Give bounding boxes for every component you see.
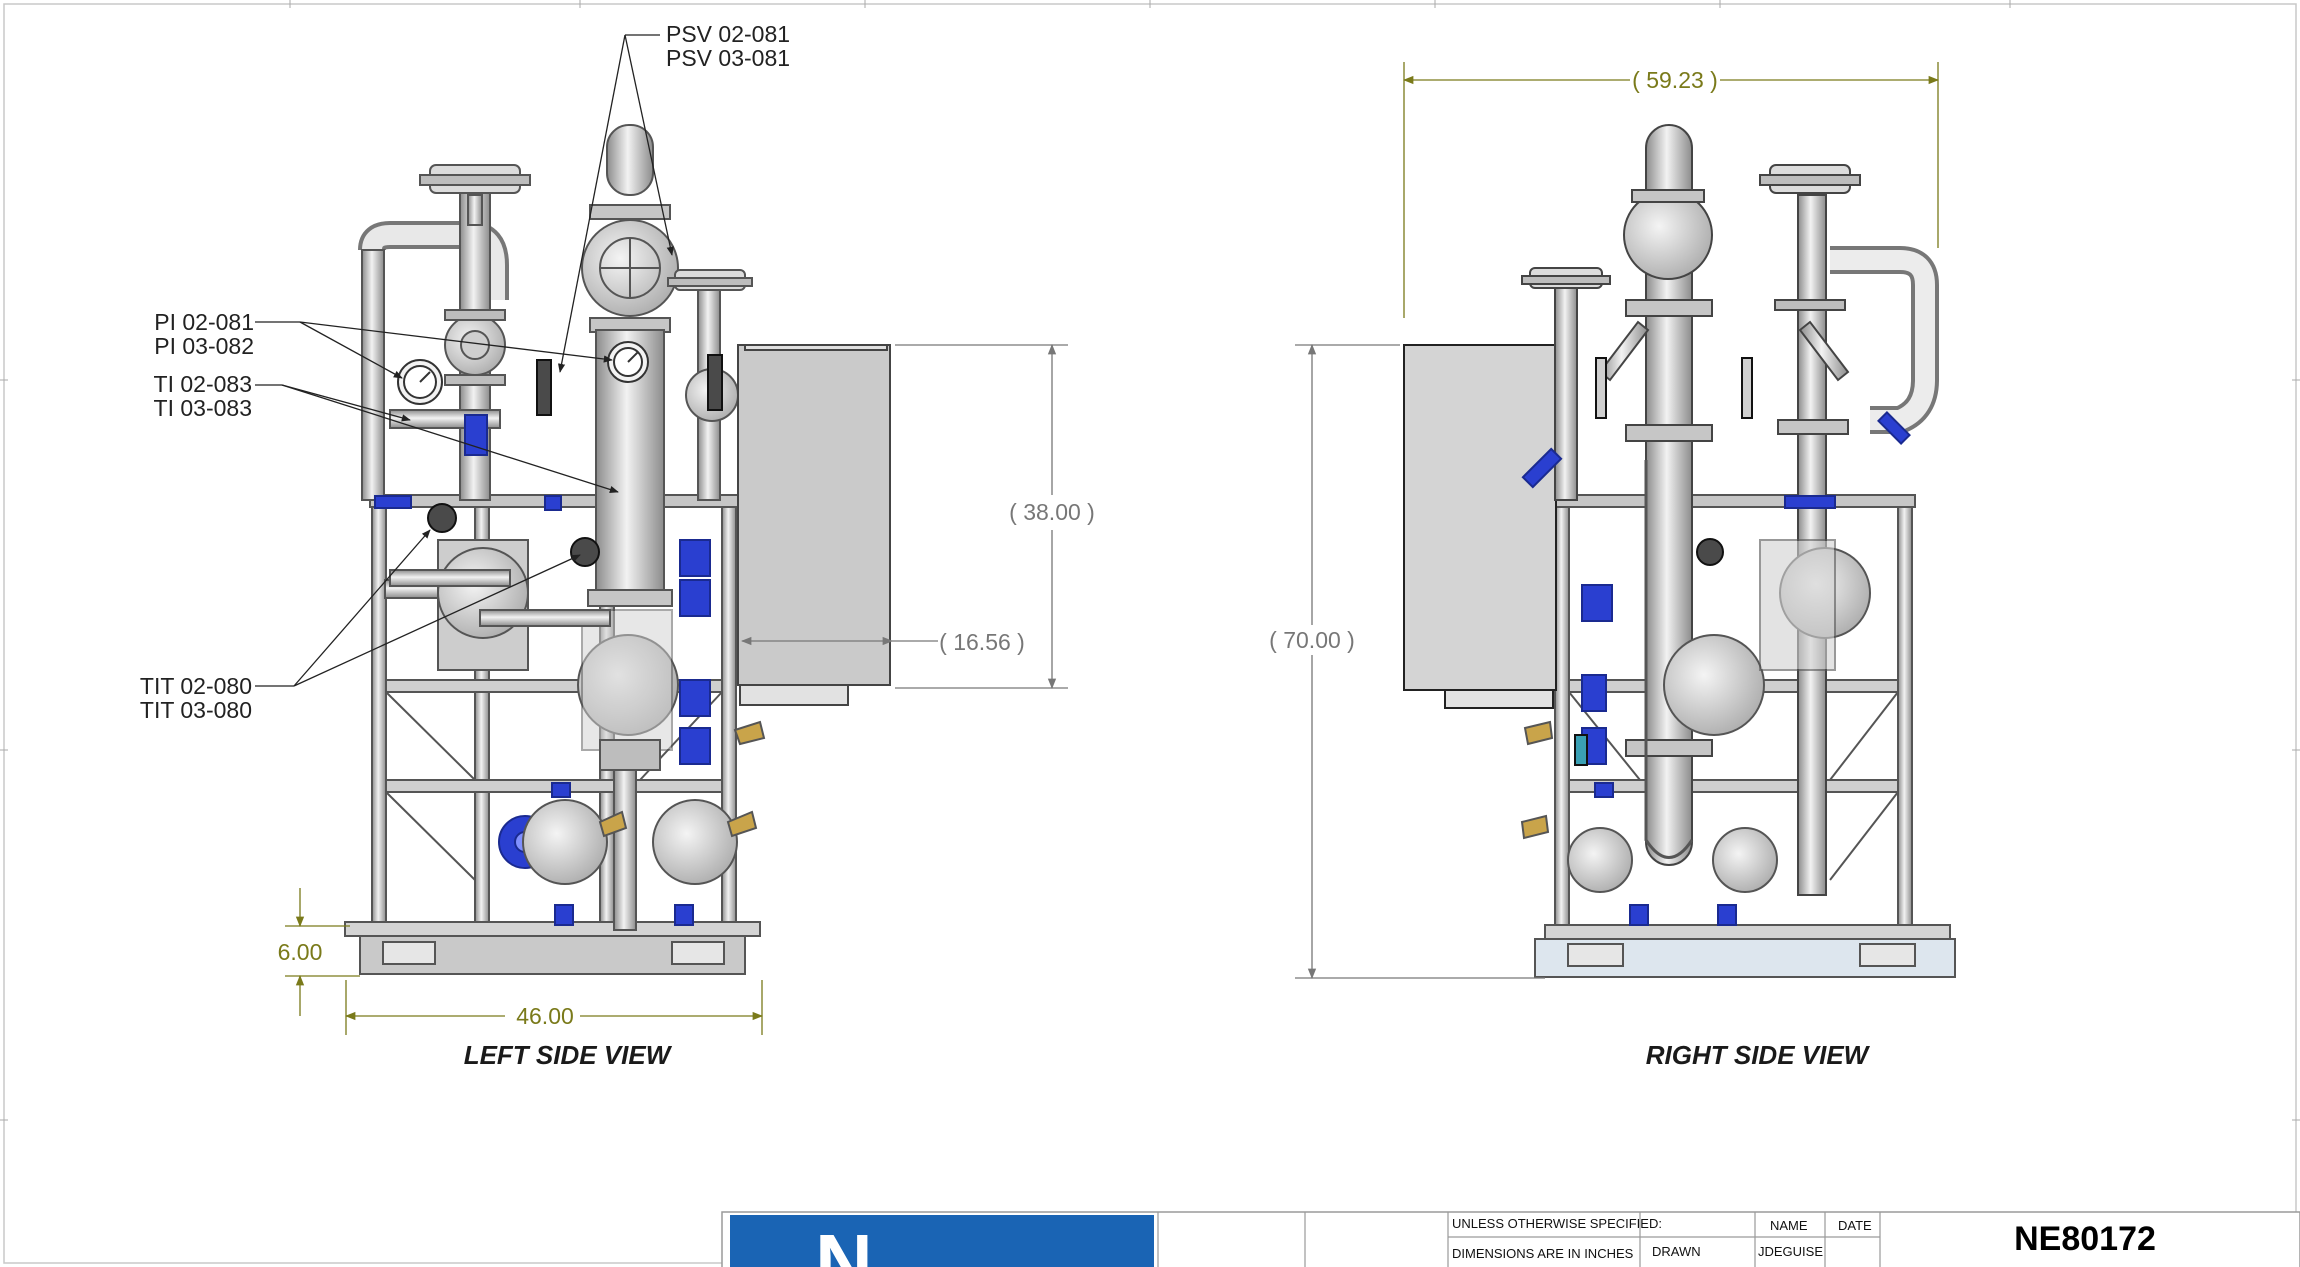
- dim-panel-height: ( 38.00 ): [1009, 499, 1095, 525]
- title-block: N UNLESS OTHERWISE SPECIFIED: DIMENSIONS…: [721, 1211, 2300, 1267]
- dim-base-width: 46.00: [516, 1003, 574, 1029]
- dim-panel-depth: ( 16.56 ): [939, 629, 1025, 655]
- dim-overall-height: ( 70.00 ): [1269, 627, 1355, 653]
- control-panel-right: [1403, 344, 1557, 709]
- view-title-right: RIGHT SIDE VIEW: [1646, 1040, 1871, 1070]
- view-title-left: LEFT SIDE VIEW: [464, 1040, 673, 1070]
- view-titles: LEFT SIDE VIEW RIGHT SIDE VIEW: [464, 1040, 1871, 1070]
- tb-drawn-name: JDEGUISE: [1758, 1244, 1823, 1259]
- tb-unless-specified: UNLESS OTHERWISE SPECIFIED:: [1452, 1216, 1662, 1231]
- dim-base-height: 6.00: [278, 939, 323, 965]
- left-side-view: [344, 124, 891, 975]
- actuator-top-left: [467, 194, 483, 226]
- callout-psv-1: PSV 02-081: [666, 21, 790, 47]
- callout-ti-1: TI 02-083: [154, 371, 252, 397]
- drawing-sheet: PSV 02-081 PSV 03-081 PI 02-081 PI 03-08…: [0, 0, 2300, 1267]
- tb-name-header: NAME: [1770, 1218, 1808, 1233]
- heat-exchanger-left-small: [389, 539, 529, 671]
- callout-ti-2: TI 03-083: [154, 395, 252, 421]
- tb-dimensions-note: DIMENSIONS ARE IN INCHES: [1452, 1246, 1634, 1261]
- callout-psv-2: PSV 03-081: [666, 45, 790, 71]
- callout-pi-1: PI 02-081: [154, 309, 254, 335]
- sheet-border: [0, 0, 2300, 1264]
- upper-piping-left: [358, 164, 531, 599]
- tb-drawn-label: DRAWN: [1652, 1244, 1701, 1259]
- svg-text:N: N: [815, 1218, 873, 1267]
- callout-tit-1: TIT 02-080: [140, 673, 252, 699]
- control-panel-left: [737, 344, 891, 706]
- tb-date-header: DATE: [1838, 1218, 1872, 1233]
- dim-overall-width: ( 59.23 ): [1632, 67, 1718, 93]
- tb-doc-number: NE80172: [2014, 1220, 2156, 1258]
- brass-fittings-right: [1520, 720, 1554, 840]
- callout-tit-2: TIT 03-080: [140, 697, 252, 723]
- callout-pi-2: PI 03-082: [154, 333, 254, 359]
- logo: N: [730, 1215, 1154, 1267]
- right-side-view: [1403, 124, 1956, 978]
